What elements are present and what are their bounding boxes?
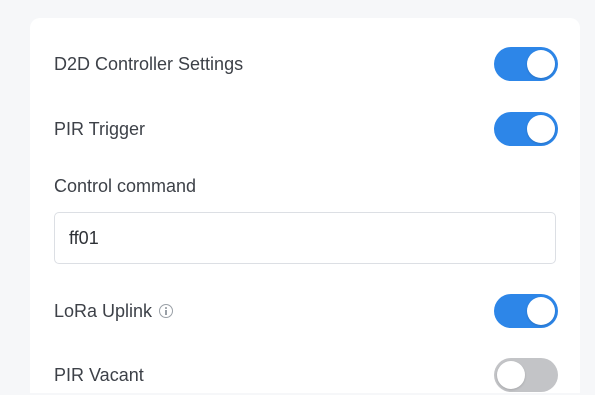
pir-trigger-toggle[interactable] bbox=[494, 112, 558, 146]
d2d-controller-toggle[interactable] bbox=[494, 47, 558, 81]
pir-vacant-row: PIR Vacant bbox=[54, 355, 558, 395]
pir-vacant-label: PIR Vacant bbox=[54, 364, 144, 385]
toggle-knob bbox=[527, 50, 555, 78]
toggle-knob bbox=[497, 361, 525, 389]
pir-vacant-toggle[interactable] bbox=[494, 358, 558, 392]
d2d-controller-row: D2D Controller Settings bbox=[54, 44, 558, 84]
lora-uplink-label: LoRa Uplink bbox=[54, 300, 153, 321]
lora-uplink-label-wrap: LoRa Uplink bbox=[54, 300, 174, 322]
control-command-input[interactable] bbox=[54, 212, 556, 264]
d2d-controller-label: D2D Controller Settings bbox=[54, 53, 244, 74]
pir-trigger-row: PIR Trigger bbox=[54, 109, 558, 149]
info-icon[interactable] bbox=[159, 304, 174, 318]
pir-trigger-label: PIR Trigger bbox=[54, 118, 146, 139]
toggle-knob bbox=[527, 297, 555, 325]
lora-uplink-row: LoRa Uplink bbox=[54, 291, 558, 331]
settings-card: D2D Controller Settings PIR Trigger Cont… bbox=[30, 18, 580, 393]
lora-uplink-toggle[interactable] bbox=[494, 294, 558, 328]
toggle-knob bbox=[527, 115, 555, 143]
control-command-label: Control command bbox=[54, 176, 197, 196]
